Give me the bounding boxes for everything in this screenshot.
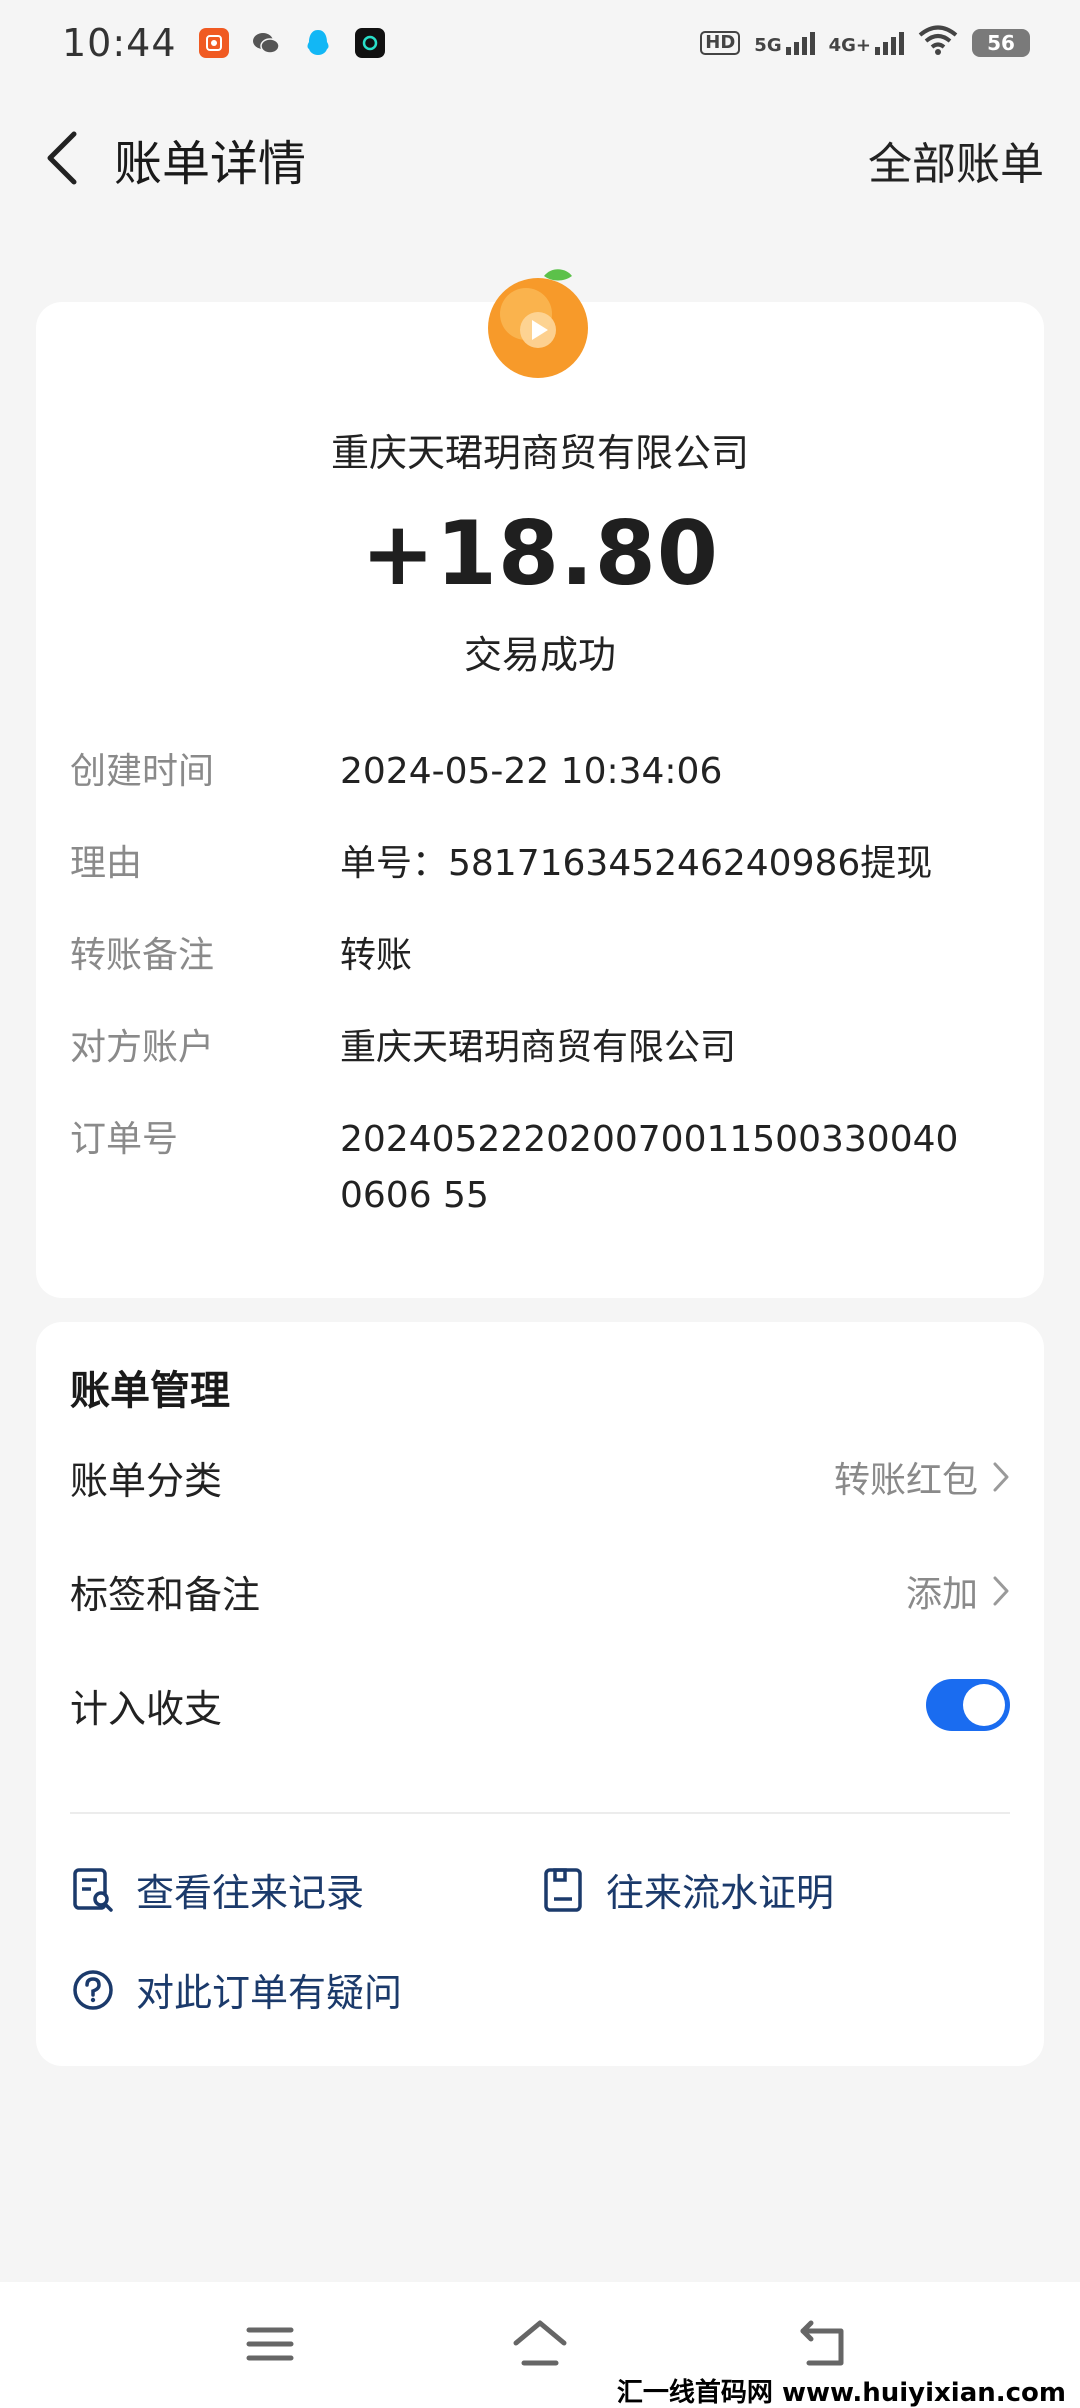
home-icon — [513, 2320, 567, 2366]
detail-row-created-time: 创建时间 2024-05-22 10:34:06 — [70, 744, 1030, 800]
page-title: 账单详情 — [114, 136, 307, 192]
include-in-stats-label: 计入收支 — [70, 1686, 223, 1731]
menu-icon — [246, 2327, 294, 2361]
detail-value: 单号：581716345246240986提现 — [340, 843, 933, 884]
header: 账单详情 全部账单 — [0, 110, 1080, 200]
bill-category-label: 账单分类 — [70, 1458, 223, 1503]
sim2-signal-icon: 4G+ — [829, 31, 904, 55]
detail-row-order-number: 订单号 2024052220200700115003300400606 55 — [70, 1112, 1030, 1224]
include-in-stats-row: 计入收支 — [70, 1670, 1010, 1740]
bill-category-right: 转账红包 — [834, 1451, 1010, 1503]
order-question-label: 对此订单有疑问 — [136, 1971, 403, 2015]
detail-label: 订单号 — [70, 1119, 179, 1160]
transaction-card: 重庆天珺玥商贸有限公司 +18.80 交易成功 创建时间 2024-05-22 … — [36, 269, 1044, 1298]
detail-row-transfer-note: 转账备注 转账 — [70, 928, 1030, 984]
sim1-signal-icon: 5G — [754, 31, 815, 56]
toggle-knob — [963, 1684, 1005, 1726]
detail-label: 对方账户 — [70, 1027, 215, 1068]
bill-management-title: 账单管理 — [70, 1368, 230, 1414]
detail-row-counterparty: 对方账户 重庆天珺玥商贸有限公司 — [70, 1020, 1030, 1076]
merchant-avatar — [480, 264, 600, 384]
statement-proof-link[interactable]: 往来流水证明 — [540, 1862, 834, 1917]
qq-notification-icon — [303, 28, 333, 58]
document-icon — [540, 1867, 586, 1913]
status-time: 10:44 — [62, 21, 177, 65]
sim1-label: 5G — [754, 35, 782, 56]
menu-button[interactable] — [230, 2304, 310, 2384]
battery-icon: 56 — [972, 29, 1030, 57]
detail-row-reason: 理由 单号：581716345246240986提现 — [70, 836, 1030, 892]
bill-category-row[interactable]: 账单分类 转账红包 — [70, 1442, 1010, 1512]
sim2-label: 4G+ — [828, 35, 871, 56]
cc-app-notification-icon — [354, 28, 385, 58]
hd-icon: HD — [700, 31, 741, 55]
all-bills-button[interactable]: 全部账单 — [868, 128, 1044, 192]
status-left: 10:44 — [62, 21, 385, 65]
return-icon — [800, 2320, 844, 2366]
taobao-notification-icon — [198, 28, 229, 58]
hd-label: HD — [700, 31, 741, 55]
detail-value: 转账 — [340, 935, 413, 976]
home-button[interactable] — [500, 2304, 580, 2384]
bill-category-value: 转账红包 — [833, 1460, 978, 1501]
chevron-right-icon — [993, 1462, 1009, 1492]
bill-management-card: 账单管理 账单分类 转账红包 标签和备注 添加 计入收支 查看往来记录 往来流水… — [36, 1322, 1044, 2066]
chevron-right-icon — [993, 1576, 1009, 1606]
include-in-stats-toggle[interactable] — [926, 1679, 1010, 1731]
tags-notes-label: 标签和备注 — [70, 1572, 261, 1617]
question-circle-icon — [70, 1967, 116, 2013]
detail-label: 转账备注 — [70, 935, 215, 976]
merchant-name: 重庆天珺玥商贸有限公司 — [330, 431, 749, 475]
wechat-notification-icon — [251, 28, 281, 58]
wifi-icon — [918, 25, 958, 61]
order-question-link[interactable]: 对此订单有疑问 — [70, 1962, 402, 2017]
view-history-link[interactable]: 查看往来记录 — [70, 1862, 364, 1917]
tags-notes-row[interactable]: 标签和备注 添加 — [70, 1556, 1010, 1626]
back-button[interactable] — [36, 130, 86, 186]
detail-label: 创建时间 — [70, 751, 215, 792]
watermark: 汇一线首码网 www.huiyixian.com — [610, 2372, 1072, 2408]
detail-label: 理由 — [70, 843, 143, 884]
transaction-status: 交易成功 — [463, 633, 616, 677]
record-search-icon — [70, 1867, 116, 1913]
transaction-amount: +18.80 — [360, 502, 720, 605]
detail-value: 2024-05-22 10:34:06 — [340, 751, 723, 792]
chevron-left-icon — [47, 131, 77, 185]
detail-value: 2024052220200700115003300400606 55 — [340, 1119, 959, 1216]
status-right: HD 5G 4G+ 56 — [700, 25, 1030, 61]
orange-play-logo-icon — [488, 269, 588, 378]
status-bar: 10:44 HD 5G 4G+ 56 — [0, 0, 1080, 86]
tags-notes-value: 添加 — [905, 1574, 978, 1615]
view-history-label: 查看往来记录 — [136, 1871, 365, 1915]
divider — [70, 1812, 1010, 1814]
navigation-bar: 汇一线首码网 www.huiyixian.com — [0, 2282, 1080, 2408]
statement-proof-label: 往来流水证明 — [606, 1871, 835, 1915]
tags-notes-right: 添加 — [906, 1565, 1010, 1617]
detail-value: 重庆天珺玥商贸有限公司 — [340, 1027, 737, 1068]
